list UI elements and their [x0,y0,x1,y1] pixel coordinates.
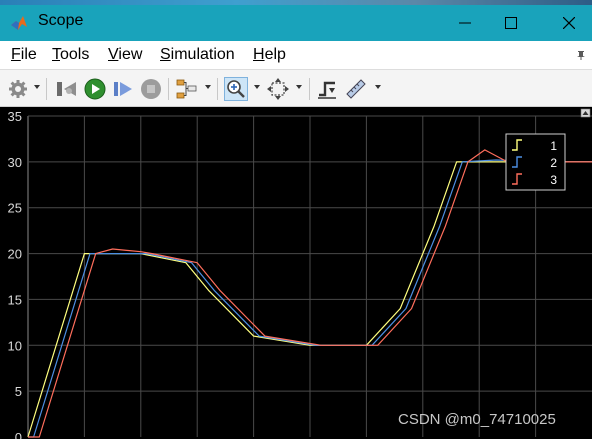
menu-file-mnemonic: F [11,46,21,63]
scope-chart: 35 30 25 20 15 10 5 0 1 2 3 [8,108,592,439]
signal-routing-dropdown-icon[interactable] [204,83,212,91]
undock-icon[interactable] [580,108,591,118]
legend-label-1: 1 [550,139,557,153]
legend[interactable]: 1 2 3 [505,133,566,191]
menu-simulation-label: imulation [170,46,235,63]
window-title: Scope [38,12,84,29]
legend-label-3: 3 [550,173,557,187]
step-back-button[interactable] [55,77,79,101]
measurements-icon [346,79,366,99]
step-back-icon [57,82,76,96]
toolbar-separator [309,78,310,100]
pin-icon[interactable] [576,50,586,60]
y-tick-label: 5 [15,384,22,399]
menu-file-label: ile [20,46,37,63]
window-titlebar[interactable]: Scope [0,5,592,41]
autoscale-button[interactable] [266,77,290,101]
signal-routing-button[interactable] [175,77,199,101]
y-tick-label: 10 [8,338,22,353]
menu-help-label: elp [264,46,286,63]
run-button[interactable] [83,77,107,101]
y-tick-label: 0 [15,430,22,439]
toolbar-separator [46,78,47,100]
maximize-icon [505,17,517,29]
menu-help-mnemonic: H [253,46,265,63]
toolbar-separator [168,78,169,100]
step-forward-icon [114,82,132,96]
menu-view[interactable]: View [108,46,142,64]
zoom-dropdown-icon[interactable] [253,83,261,91]
menu-tools[interactable]: Tools [52,46,89,64]
zoom-icon [227,80,245,98]
y-tick-label: 15 [8,292,22,307]
menu-simulation-mnemonic: S [160,46,171,63]
menu-bar: File Tools View Simulation Help [0,41,592,69]
stop-icon [141,79,161,99]
y-tick-label: 35 [8,109,22,124]
matlab-logo-icon [11,16,27,30]
menu-tools-label: ools [60,46,90,63]
menu-help[interactable]: Help [253,46,286,64]
toolbar [0,69,592,107]
y-tick-label: 25 [8,201,22,216]
triggers-icon [318,81,336,99]
stop-button[interactable] [139,77,163,101]
run-icon [84,78,106,100]
measurements-dropdown-icon[interactable] [374,83,382,91]
settings-icon [9,80,27,98]
minimize-button[interactable] [442,5,488,41]
menu-simulation[interactable]: Simulation [160,46,235,64]
y-tick-label: 30 [8,155,22,170]
autoscale-dropdown-icon[interactable] [295,83,303,91]
legend-label-2: 2 [550,156,557,170]
zoom-button[interactable] [224,77,248,101]
triggers-button[interactable] [315,77,339,101]
menu-tools-mnemonic: T [52,46,60,63]
y-tick-label: 20 [8,247,22,262]
close-icon [563,17,575,29]
measurements-button[interactable] [344,77,368,101]
toolbar-separator [217,78,218,100]
settings-button[interactable] [6,77,30,101]
close-button[interactable] [546,5,592,41]
watermark: CSDN @m0_74710025 [398,411,556,428]
menu-view-label: iew [118,46,143,63]
step-forward-button[interactable] [111,77,135,101]
minimize-icon [459,22,471,24]
menu-file[interactable]: File [11,46,37,64]
menu-view-mnemonic: V [108,46,119,63]
settings-dropdown-icon[interactable] [33,83,41,91]
y-axis-ticks: 35 30 25 20 15 10 5 0 [8,109,22,439]
autoscale-icon [267,78,289,100]
maximize-button[interactable] [488,5,534,41]
scope-plot-area[interactable]: 35 30 25 20 15 10 5 0 1 2 3 [0,107,592,439]
signal-routing-icon [176,79,197,99]
